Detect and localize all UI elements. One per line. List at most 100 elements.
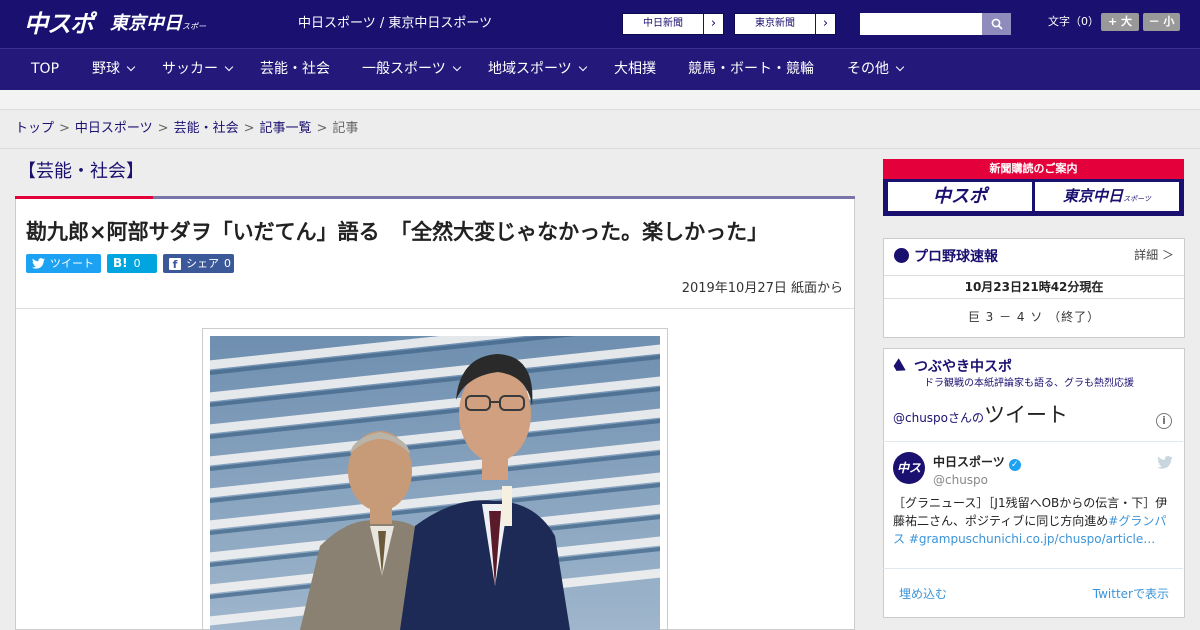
nav-item-sumo[interactable]: 大相撲 (614, 49, 656, 90)
tweet-divider (883, 441, 1183, 442)
article-divider (16, 308, 854, 309)
nav-item-top[interactable]: TOP (31, 49, 59, 90)
tweet-author-text: 中日スポーツ (933, 455, 1005, 469)
breadcrumb-current: 記事 (332, 121, 359, 136)
nav-label: 野球 (92, 61, 120, 77)
tweet-author-handle[interactable]: @chuspo (933, 472, 988, 488)
chevron-down-icon (224, 62, 234, 72)
chuspo-logo[interactable]: 中スポ (24, 9, 102, 39)
facebook-share-button[interactable]: f シェア 0 (163, 254, 234, 273)
baseball-details-link[interactable]: 詳細 ＞ (1134, 247, 1174, 263)
nav-item-entertainment[interactable]: 芸能・社会 (260, 49, 330, 90)
search-input[interactable] (860, 13, 982, 35)
chevron-down-icon (578, 62, 587, 72)
breadcrumb-article-list[interactable]: 記事一覧 (260, 121, 312, 136)
score-timestamp: 10月23日21時42分現在 (884, 275, 1184, 299)
subscribe-tokyo-chunichi[interactable]: 東京中日スポーツ (1035, 182, 1179, 211)
facebook-icon: f (169, 257, 181, 271)
tweet-embed: @chuspoさんのツイート i 中スポ 中日スポーツ ✓ @chuspo ［グラ… (883, 396, 1185, 618)
nav-label: その他 (847, 61, 889, 77)
tweet-divider (883, 568, 1183, 569)
twitter-widget-subtitle: ドラ観戦の本紙評論家も語る、グラも熱烈応援 (924, 378, 1134, 389)
nav-item-racing[interactable]: 競馬・ボート・競輪 (688, 49, 814, 90)
nav-label: 一般スポーツ (362, 61, 446, 77)
chevron-down-icon (895, 62, 905, 72)
chunichi-shimbun-link[interactable]: 中日新聞 › (622, 13, 724, 35)
category-underline-accent (15, 196, 153, 199)
tweet-text: ［グラニュース］［J1残留へOBからの伝言・下］伊藤祐二さん、ポジティブに同じ方… (893, 494, 1175, 548)
breadcrumb-separator: > (243, 121, 255, 136)
subscribe-tokyo-label: 東京中日 (1063, 187, 1124, 205)
site-name: 中日スポーツ / 東京中日スポーツ (298, 16, 493, 31)
top-header: 中スポ 東京中日スポーツ 中日スポーツ / 東京中日スポーツ 中日新聞 › 東京… (0, 0, 1200, 60)
chunichi-shimbun-label: 中日新聞 (643, 18, 683, 29)
baseball-icon (894, 248, 909, 263)
breadcrumb-top[interactable]: トップ (15, 121, 54, 136)
view-on-twitter-link[interactable]: Twitterで表示 (1093, 586, 1169, 602)
tweet-embed-title: ツイート (984, 403, 1069, 427)
breadcrumb: トップ > 中日スポーツ > 芸能・社会 > 記事一覧 > 記事 (15, 120, 358, 138)
baseball-scores-widget: プロ野球速報 詳細 ＞ 10月23日21時42分現在 巨 3 － 4 ソ （終了… (883, 238, 1185, 338)
info-icon[interactable]: i (1156, 413, 1172, 429)
breadcrumb-chunichi-sports[interactable]: 中日スポーツ (75, 121, 153, 136)
hatena-bookmark-button[interactable]: B! 0 (107, 254, 157, 273)
breadcrumb-entertainment[interactable]: 芸能・社会 (174, 121, 239, 136)
hatena-icon: B! (113, 256, 128, 270)
tweet-label: ツイート (50, 257, 94, 270)
tweet-author-name[interactable]: 中日スポーツ ✓ (933, 454, 1021, 471)
nav-label: 大相撲 (614, 61, 656, 77)
tokyo-logo-text: 東京中日 (110, 13, 182, 34)
tweet-button[interactable]: ツイート (26, 254, 101, 273)
nav-label: TOP (31, 61, 60, 77)
subscribe-tokyo-small: スポーツ (1123, 195, 1151, 203)
tweet-embed-suffix: さんの (948, 411, 985, 425)
breadcrumb-divider (0, 148, 1200, 149)
tokyo-shimbun-label: 東京新聞 (755, 18, 795, 29)
twitter-bird-icon (32, 258, 45, 269)
main-nav: TOP 野球 サッカー 芸能・社会 一般スポーツ 地域スポーツ 大相撲 競馬・ボ… (0, 48, 1200, 90)
tokyo-chunichi-logo[interactable]: 東京中日スポーツ (110, 11, 210, 60)
subscribe-chuspo[interactable]: 中スポ (888, 182, 1032, 211)
twitter-title-text: つぶやき中スポ (914, 359, 1012, 375)
nav-label: 競馬・ボート・競輪 (688, 61, 814, 77)
facebook-share-label: シェア (186, 257, 219, 270)
baseball-widget-title: プロ野球速報 (894, 247, 998, 267)
tweet-embed-header: @chuspoさんのツイート (893, 400, 1068, 433)
breadcrumb-separator: > (59, 121, 70, 136)
nav-item-other[interactable]: その他 (847, 49, 905, 90)
nav-label: 芸能・社会 (260, 61, 330, 77)
font-size-label: 文字（0） (1048, 15, 1099, 28)
article-date: 2019年10月27日 紙面から (681, 281, 843, 296)
nav-item-soccer[interactable]: サッカー (162, 49, 234, 90)
facebook-count: 0 (224, 257, 231, 270)
subscription-banner[interactable]: 新聞購読のご案内 中スポ 東京中日スポーツ (883, 159, 1184, 216)
chevron-right-icon: › (703, 14, 723, 34)
category-heading: 【芸能・社会】 (18, 161, 144, 182)
twitter-bird-icon[interactable] (1157, 454, 1173, 473)
article-photo[interactable] (210, 336, 660, 630)
chevron-right-icon: › (815, 14, 835, 34)
nav-item-baseball[interactable]: 野球 (92, 49, 136, 90)
game-score[interactable]: 巨 3 － 4 ソ （終了） (884, 309, 1184, 325)
search-button[interactable] (982, 13, 1011, 35)
article-headline: 勘九郎×阿部サダヲ「いだてん」語る 「全然大変じゃなかった。楽しかった」 (26, 220, 769, 244)
tweet-embed-handle[interactable]: @chuspo (893, 411, 948, 425)
breadcrumb-separator: > (157, 121, 169, 136)
nav-item-local-sports[interactable]: 地域スポーツ (488, 49, 587, 90)
font-smaller-button[interactable]: － 小 (1143, 13, 1180, 31)
nav-label: 地域スポーツ (488, 61, 572, 77)
spacer-strip (0, 90, 1200, 110)
font-bigger-button[interactable]: + 大 (1101, 13, 1139, 31)
breadcrumb-separator: > (316, 121, 328, 136)
article-photo-image (210, 336, 660, 630)
search-icon (991, 18, 1003, 30)
verified-icon: ✓ (1008, 459, 1021, 471)
avatar[interactable]: 中スポ (893, 452, 925, 507)
embed-link[interactable]: 埋め込む (899, 586, 947, 602)
nav-label: サッカー (162, 61, 218, 77)
twitter-widget-title: つぶやき中スポ (894, 357, 1012, 377)
nav-item-general-sports[interactable]: 一般スポーツ (362, 49, 461, 90)
subscription-banner-title: 新聞購読のご案内 (883, 159, 1184, 179)
megaphone-icon (891, 355, 910, 374)
tokyo-shimbun-link[interactable]: 東京新聞 › (734, 13, 836, 35)
